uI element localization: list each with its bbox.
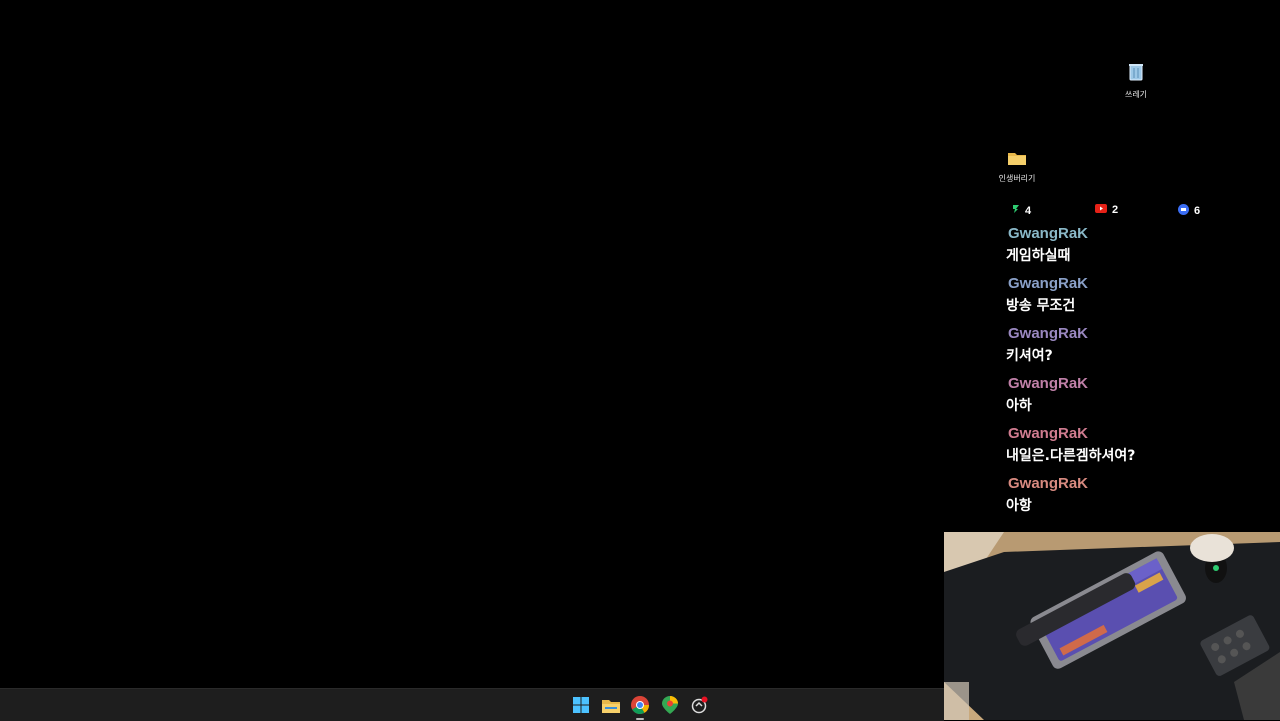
folder-icon [1007,150,1027,170]
webcam-overlay [944,532,1280,720]
desktop-icon-recycle-bin[interactable]: 쓰레기 [1106,62,1166,100]
taskbar [0,688,944,721]
chat-message: GwangRaK 아하 [1006,374,1266,424]
chat-message: GwangRaK 키셔여? [1006,324,1266,374]
chat-message: GwangRaK 게임하실때 [1006,224,1266,274]
chat-message: GwangRaK 내일은.다른겜하셔여? [1006,424,1266,474]
desktop-icon-label: 인생버리기 [998,174,1036,183]
viewer-count: 2 [1112,204,1119,216]
desktop-icon-folder[interactable]: 인생버리기 [987,150,1047,184]
app-icon[interactable] [688,694,710,716]
platform-viewer-count: 6 [1178,204,1200,218]
chat-overlay: GwangRaK 게임하실때 GwangRaK 방송 무조건 GwangRaK … [1006,224,1266,524]
chat-text: 게임하실때 [1006,248,1071,264]
chat-username: GwangRaK [1008,325,1089,342]
chat-text: 아항 [1006,498,1032,514]
chrome-icon[interactable] [629,694,651,720]
chat-username: GwangRaK [1008,475,1089,492]
platform-icon [1178,204,1189,218]
chat-username: GwangRaK [1008,425,1089,442]
file-explorer-icon[interactable] [600,694,622,716]
chat-text: 방송 무조건 [1006,298,1076,314]
recycle-bin-icon [1127,62,1145,86]
chat-username: GwangRaK [1008,225,1089,242]
chat-text: 키셔여? [1006,348,1053,364]
chat-text: 내일은.다른겜하셔여? [1006,448,1136,464]
chat-username: GwangRaK [1008,375,1089,392]
twitch-icon [1012,204,1020,217]
twitch-viewer-count: 4 [1012,204,1031,217]
chat-message: GwangRaK 아항 [1006,474,1266,524]
youtube-icon [1095,204,1107,216]
maps-icon[interactable] [659,694,681,716]
chat-text: 아하 [1006,398,1032,414]
youtube-viewer-count: 2 [1095,204,1118,216]
chat-username: GwangRaK [1008,275,1089,292]
start-icon[interactable] [570,694,592,716]
viewer-counts: 4 2 6 [1010,204,1210,220]
desktop-icon-label: 쓰레기 [1124,90,1148,99]
chat-message: GwangRaK 방송 무조건 [1006,274,1266,324]
viewer-count: 4 [1025,204,1032,217]
viewer-count: 6 [1194,205,1201,217]
